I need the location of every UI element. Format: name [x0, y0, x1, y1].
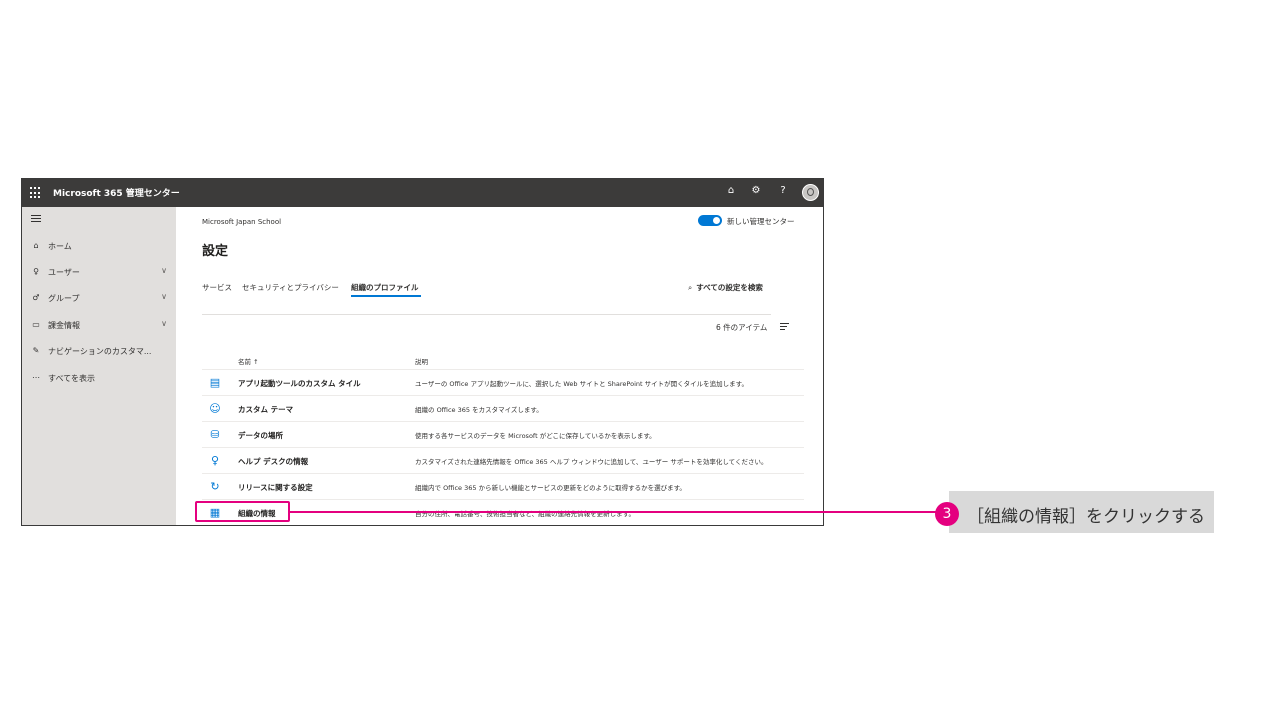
tab-security-privacy[interactable]: セキュリティとプライバシー — [242, 282, 339, 293]
pencil-icon: ✎ — [32, 346, 40, 355]
new-admin-center-toggle[interactable] — [698, 215, 722, 226]
search-label: すべての設定を検索 — [696, 283, 763, 292]
sidebar-item-label: グループ — [48, 294, 80, 303]
row-description: 使用する各サービスのデータを Microsoft がどこに保存しているかを表示し… — [415, 432, 656, 440]
sidebar-item-customize-nav[interactable]: ✎ ナビゲーションのカスタマ... — [22, 341, 176, 363]
sidebar: ⌂ ホーム ♀ ユーザー ∨ ♂ グループ ∨ ▭ 課金情報 ∨ ✎ ナビゲーシ… — [22, 207, 176, 525]
more-icon: ⋯ — [32, 373, 40, 382]
step-instruction: ［組織の情報］をクリックする — [967, 507, 1205, 527]
table-row[interactable]: ▤ アプリ起動ツールのカスタム タイル ユーザーの Office アプリ起動ツー… — [202, 369, 804, 396]
sidebar-item-show-all[interactable]: ⋯ すべてを表示 — [22, 368, 176, 390]
sidebar-item-users[interactable]: ♀ ユーザー ∨ — [22, 262, 176, 284]
table-row[interactable]: ⛁ データの場所 使用する各サービスのデータを Microsoft がどこに保存… — [202, 421, 804, 448]
table-row[interactable]: ♀ ヘルプ デスクの情報 カスタマイズされた連絡先情報を Office 365 … — [202, 447, 804, 474]
sort-filter-icon[interactable] — [780, 323, 789, 332]
row-description: 組織の Office 365 をカスタマイズします。 — [415, 406, 543, 414]
billing-icon: ▭ — [32, 320, 40, 329]
chevron-down-icon[interactable]: ∨ — [161, 266, 167, 275]
app-launcher-icon[interactable] — [30, 187, 42, 199]
row-name[interactable]: ヘルプ デスクの情報 — [238, 456, 308, 467]
org-name: Microsoft Japan School — [202, 218, 282, 226]
callout-leader-line — [290, 511, 940, 513]
bell-icon[interactable]: ⌂ — [724, 185, 738, 196]
highlight-box — [195, 501, 290, 522]
palette-icon: ☺ — [209, 402, 221, 415]
column-header-name[interactable]: 名前 ↑ — [238, 356, 259, 366]
page-title: 設定 — [202, 244, 229, 259]
item-count: 6 件のアイテム — [716, 323, 768, 332]
app-title: Microsoft 365 管理センター — [53, 189, 180, 199]
sidebar-item-home[interactable]: ⌂ ホーム — [22, 236, 176, 258]
tab-org-profile[interactable]: 組織のプロファイル — [351, 282, 419, 293]
sidebar-item-billing[interactable]: ▭ 課金情報 ∨ — [22, 315, 176, 337]
user-icon: ♀ — [33, 267, 39, 276]
hamburger-menu-icon[interactable] — [31, 215, 41, 224]
admin-center-window: Microsoft 365 管理センター ⌂ ⚙ ? ⌂ ホーム ♀ ユーザー … — [21, 178, 824, 526]
toggle-label: 新しい管理センター — [727, 217, 795, 226]
sidebar-item-label: ホーム — [48, 242, 72, 251]
row-name[interactable]: リリースに関する設定 — [238, 482, 313, 493]
search-icon: ⌕ — [688, 283, 693, 292]
database-location-icon: ⛁ — [210, 428, 220, 441]
sidebar-item-label: ナビゲーションのカスタマ... — [48, 347, 152, 356]
sidebar-item-label: すべてを表示 — [48, 374, 95, 383]
divider — [202, 314, 771, 315]
row-name[interactable]: アプリ起動ツールのカスタム タイル — [238, 378, 361, 389]
row-description: 自分の住所、電話番号、技術担当者など、組織の連絡先情報を更新します。 — [415, 510, 636, 518]
help-icon[interactable]: ? — [776, 185, 790, 196]
sidebar-item-label: ユーザー — [48, 268, 80, 277]
step-callout: 3 ［組織の情報］をクリックする — [935, 491, 1214, 533]
chevron-down-icon[interactable]: ∨ — [161, 319, 167, 328]
gear-icon[interactable]: ⚙ — [749, 185, 763, 196]
table-row[interactable]: ☺ カスタム テーマ 組織の Office 365 をカスタマイズします。 — [202, 395, 804, 422]
sidebar-item-groups[interactable]: ♂ グループ ∨ — [22, 288, 176, 310]
group-icon: ♂ — [32, 293, 40, 302]
home-icon: ⌂ — [33, 241, 39, 250]
tab-services[interactable]: サービス — [202, 282, 232, 293]
table-row[interactable]: ↻ リリースに関する設定 組織内で Office 365 から新しい機能とサービ… — [202, 473, 804, 500]
sidebar-item-label: 課金情報 — [48, 321, 80, 330]
column-header-description: 説明 — [415, 358, 428, 366]
settings-search[interactable]: ⌕ すべての設定を検索 — [688, 282, 763, 293]
main-content: Microsoft Japan School 新しい管理センター 設定 サービス… — [176, 207, 823, 525]
tiles-icon: ▤ — [209, 376, 221, 389]
refresh-icon: ↻ — [210, 480, 220, 493]
row-name[interactable]: データの場所 — [238, 430, 283, 441]
row-description: ユーザーの Office アプリ起動ツールに、選択した Web サイトと Sha… — [415, 380, 748, 388]
row-description: カスタマイズされた連絡先情報を Office 365 ヘルプ ウィンドウに追加し… — [415, 458, 768, 466]
top-bar: Microsoft 365 管理センター ⌂ ⚙ ? — [22, 179, 823, 207]
helpdesk-icon: ♀ — [210, 454, 220, 467]
avatar[interactable] — [802, 184, 819, 201]
row-name[interactable]: カスタム テーマ — [238, 404, 293, 415]
active-tab-indicator — [351, 295, 421, 297]
step-number-badge: 3 — [935, 502, 959, 526]
chevron-down-icon[interactable]: ∨ — [161, 292, 167, 301]
row-description: 組織内で Office 365 から新しい機能とサービスの更新をどのように取得す… — [415, 484, 686, 492]
